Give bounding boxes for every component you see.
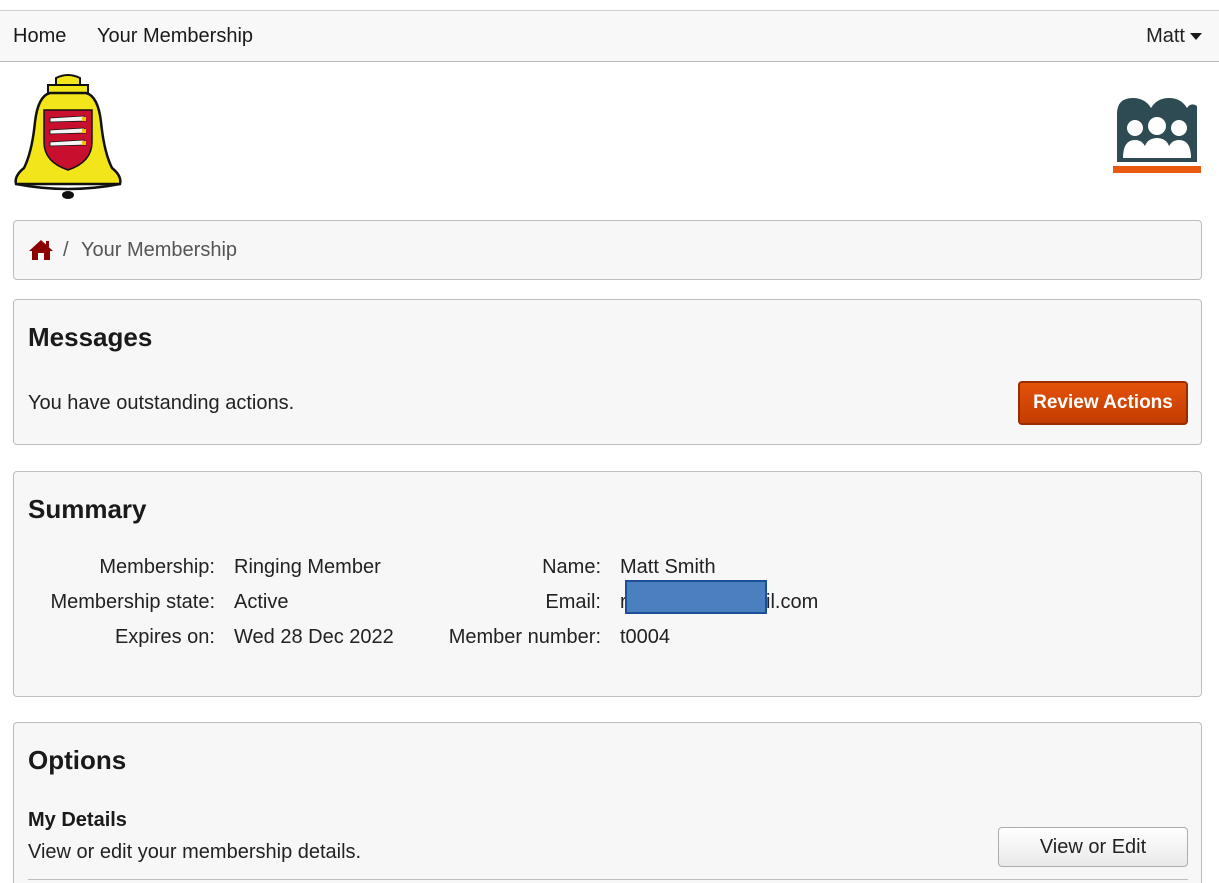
my-details-description: View or edit your membership details. bbox=[28, 841, 362, 863]
user-menu-label: Matt bbox=[1146, 25, 1185, 47]
email-label: Email: bbox=[545, 591, 601, 613]
email-value-end: il.com bbox=[766, 591, 819, 613]
summary-panel: Summary Membership: Ringing Member Membe… bbox=[13, 471, 1202, 697]
home-icon[interactable] bbox=[28, 239, 54, 261]
review-actions-button[interactable]: Review Actions bbox=[1018, 381, 1188, 425]
caret-down-icon bbox=[1190, 32, 1202, 40]
view-or-edit-button[interactable]: View or Edit bbox=[998, 827, 1188, 867]
bell-logo bbox=[14, 74, 122, 199]
name-label: Name: bbox=[542, 556, 601, 578]
membership-label: Membership: bbox=[99, 556, 215, 578]
messages-panel: Messages You have outstanding actions. R… bbox=[13, 299, 1202, 445]
members-logo bbox=[1113, 98, 1201, 173]
name-value: Matt Smith bbox=[620, 556, 716, 578]
member-number-value: t0004 bbox=[620, 626, 671, 648]
membership-value: Ringing Member bbox=[234, 556, 381, 578]
summary-title: Summary bbox=[28, 494, 147, 524]
my-details-heading: My Details bbox=[28, 809, 127, 831]
email-redaction-box bbox=[625, 580, 767, 614]
page: Home Your Membership Matt / Your Members… bbox=[0, 0, 1219, 883]
member-number-label: Member number: bbox=[448, 626, 601, 648]
options-divider bbox=[28, 879, 1188, 880]
membership-state-value: Active bbox=[234, 591, 289, 613]
options-panel: Options My Details View or edit your mem… bbox=[13, 722, 1202, 883]
options-title: Options bbox=[28, 745, 127, 775]
top-navbar: Home Your Membership Matt bbox=[0, 10, 1219, 62]
messages-text: You have outstanding actions. bbox=[28, 392, 295, 414]
breadcrumb-current: Your Membership bbox=[81, 239, 238, 261]
expires-on-value: Wed 28 Dec 2022 bbox=[234, 626, 394, 648]
expires-on-label: Expires on: bbox=[114, 626, 215, 648]
nav-home-link[interactable]: Home bbox=[13, 24, 66, 48]
breadcrumb: / Your Membership bbox=[13, 220, 1202, 280]
messages-title: Messages bbox=[28, 322, 153, 352]
user-menu-dropdown[interactable]: Matt bbox=[1146, 24, 1202, 48]
breadcrumb-separator: / bbox=[63, 239, 69, 261]
nav-your-membership-link[interactable]: Your Membership bbox=[97, 24, 253, 48]
membership-state-label: Membership state: bbox=[50, 591, 215, 613]
